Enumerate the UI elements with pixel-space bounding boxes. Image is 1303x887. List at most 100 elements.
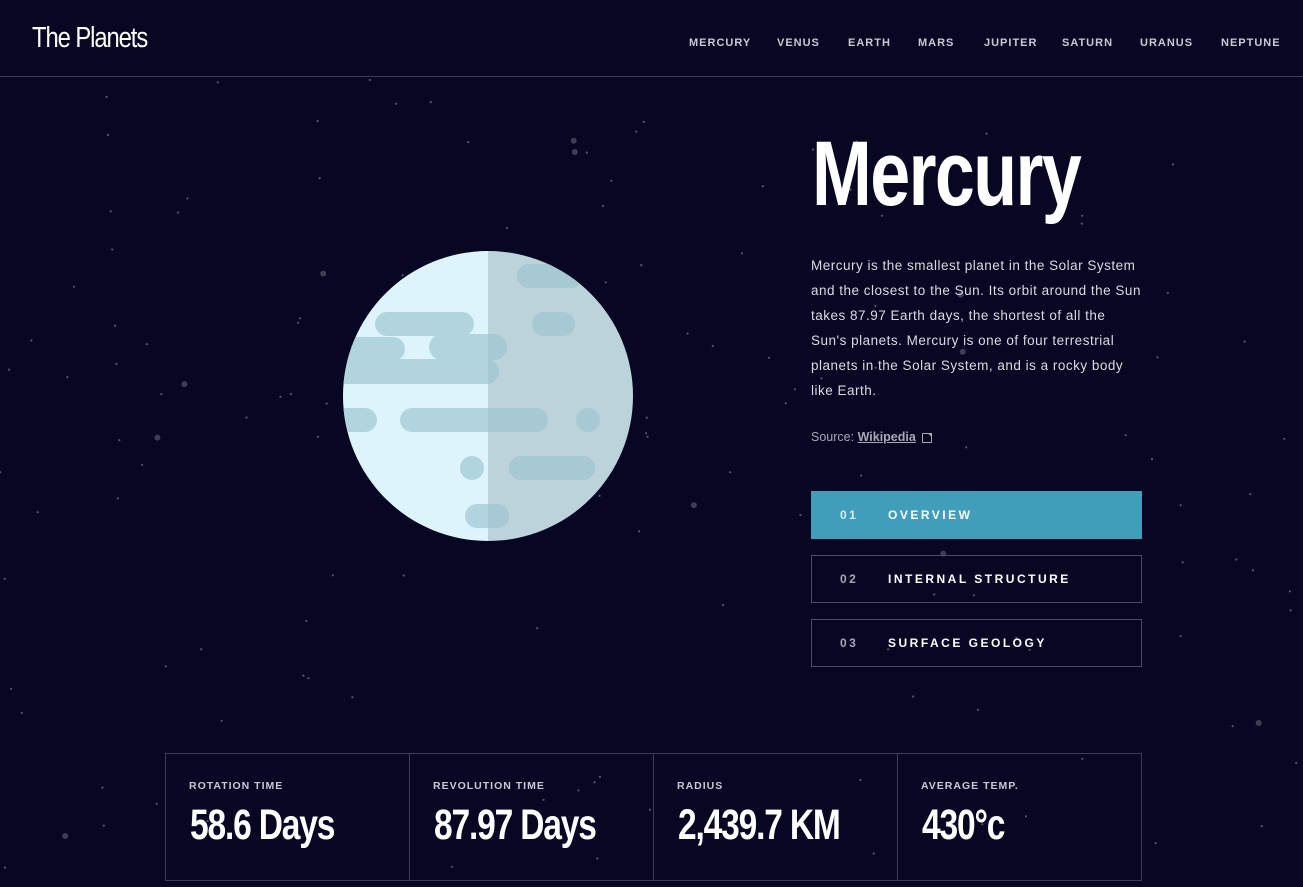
star (305, 619, 308, 623)
stat-radius: RADIUS 2,439.7 KM (653, 753, 898, 881)
tab-internal-structure[interactable]: 02 INTERNAL STRUCTURE (811, 555, 1142, 603)
stat-revolution-time: REVOLUTION TIME 87.97 Days (409, 753, 654, 881)
wikipedia-link[interactable]: Wikipedia (858, 430, 916, 444)
star (1154, 842, 1157, 845)
tab-label: INTERNAL STRUCTURE (888, 572, 1071, 586)
stat-label: REVOLUTION TIME (433, 780, 545, 792)
star (8, 368, 11, 371)
tab-surface-geology[interactable]: 03 SURFACE GEOLOGY (811, 619, 1142, 667)
stat-label: AVERAGE TEMP. (921, 780, 1019, 792)
stat-label: RADIUS (677, 780, 724, 792)
tab-label: SURFACE GEOLOGY (888, 636, 1047, 650)
star (1171, 163, 1175, 166)
star (164, 665, 167, 668)
external-link-icon[interactable] (922, 432, 933, 443)
planet-description: Mercury is the smallest planet in the So… (811, 258, 1141, 398)
star (316, 435, 319, 438)
mercury-planet-illustration (343, 251, 633, 541)
star (729, 471, 732, 474)
star (141, 463, 144, 466)
star (115, 362, 118, 365)
star (186, 197, 189, 200)
star (0, 471, 2, 474)
star (429, 101, 432, 104)
tab-label: OVERVIEW (888, 508, 973, 522)
star (279, 395, 282, 398)
star (181, 381, 188, 388)
star (102, 824, 105, 827)
star (216, 81, 219, 84)
star (646, 435, 649, 438)
star (642, 120, 645, 123)
star (316, 119, 319, 123)
star (9, 687, 13, 690)
planet-title: Mercury (812, 123, 1082, 225)
star (62, 833, 69, 839)
nav-item-venus[interactable]: VENUS (777, 37, 820, 49)
star (118, 439, 121, 442)
stat-average-temp: AVERAGE TEMP. 430°c (897, 753, 1142, 881)
stat-value: 87.97 Days (434, 801, 597, 849)
star (784, 402, 787, 405)
star (740, 252, 744, 255)
star (395, 102, 398, 105)
nav-item-earth[interactable]: EARTH (848, 37, 891, 49)
page: The Planets MERCURY VENUS EARTH MARS JUP… (0, 0, 1303, 887)
nav-item-mars[interactable]: MARS (918, 37, 954, 49)
star (113, 324, 117, 327)
star (220, 719, 223, 722)
star (965, 446, 968, 449)
star (505, 226, 508, 230)
nav-item-saturn[interactable]: SATURN (1062, 37, 1113, 49)
star (109, 210, 112, 213)
star (1260, 825, 1263, 828)
star (690, 502, 697, 509)
source-prefix: Source: (811, 430, 855, 444)
star (1179, 635, 1182, 638)
star (331, 574, 334, 577)
star (66, 376, 69, 379)
star (640, 264, 643, 267)
tab-number: 03 (840, 636, 859, 650)
star (1156, 356, 1159, 359)
tab-overview[interactable]: 01 OVERVIEW (811, 491, 1142, 539)
star (116, 497, 119, 500)
tab-number: 02 (840, 572, 859, 586)
star (307, 677, 310, 680)
star (1243, 340, 1246, 343)
nav-item-uranus[interactable]: URANUS (1140, 37, 1193, 49)
star (177, 211, 180, 214)
star (1235, 558, 1238, 561)
star (160, 393, 163, 396)
star (36, 510, 39, 514)
nav-item-mercury[interactable]: MERCURY (689, 37, 751, 49)
star (200, 648, 203, 651)
star (402, 574, 405, 577)
star (1289, 609, 1292, 612)
star (154, 434, 161, 441)
star (1251, 569, 1255, 572)
star (912, 695, 915, 698)
star (3, 577, 6, 580)
star (601, 204, 605, 208)
star (111, 248, 114, 251)
stat-rotation-time: ROTATION TIME 58.6 Days (165, 753, 410, 881)
star (1283, 437, 1286, 440)
star (1255, 720, 1262, 726)
star (570, 137, 577, 144)
nav-item-jupiter[interactable]: JUPITER (984, 37, 1037, 49)
nav-item-neptune[interactable]: NEPTUNE (1221, 37, 1281, 49)
star (105, 95, 108, 98)
stat-value: 2,439.7 KM (678, 801, 841, 849)
star (585, 151, 588, 154)
star (711, 344, 714, 348)
star (1150, 457, 1154, 460)
star (1124, 434, 1127, 437)
star (101, 786, 104, 789)
star (686, 332, 689, 335)
star (297, 321, 300, 324)
star (761, 185, 764, 188)
star (325, 402, 328, 405)
star (145, 343, 148, 346)
star (722, 604, 725, 607)
